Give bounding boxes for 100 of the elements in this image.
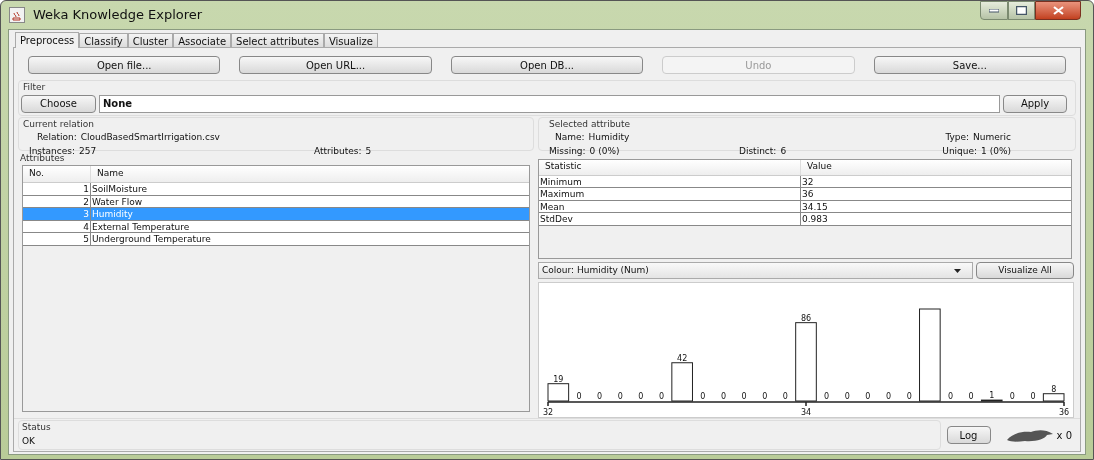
table-cell: StdDev	[539, 213, 801, 225]
section-label: Selected attribute	[548, 117, 632, 131]
attribute-row[interactable]: 1 SoilMoisture	[23, 183, 529, 196]
bar-value-label: 0	[658, 392, 665, 401]
attribute-name: External Temperature	[91, 220, 191, 232]
column-header[interactable]: No.	[23, 166, 91, 182]
column-header[interactable]: Statistic	[539, 159, 801, 175]
attribute-name: Humidity	[91, 208, 134, 220]
window-title: Weka Knowledge Explorer	[33, 6, 203, 25]
bar-value-label: 0	[617, 392, 623, 401]
filter-field[interactable]: None	[99, 94, 1000, 113]
visualize-all-button[interactable]: Visualize All	[976, 262, 1074, 279]
bar-value-label: 19	[553, 374, 564, 384]
table-cell-text: 36	[801, 188, 815, 200]
attributes-count-label: Attributes:	[314, 144, 362, 158]
minimize-icon	[989, 8, 999, 13]
missing-label: Missing:	[549, 144, 586, 158]
toolbar-button[interactable]: Open file...	[28, 56, 221, 74]
tab[interactable]: Select attributes	[231, 33, 324, 47]
name-value: Humidity	[588, 131, 630, 144]
bar-value-label: 0	[720, 392, 726, 401]
tab[interactable]: Cluster	[127, 33, 174, 47]
table-cell: Minimum	[539, 175, 801, 187]
bar-value-label: 0	[741, 392, 747, 401]
bar-value-label: 0	[844, 392, 850, 401]
bar-value-label: 0	[968, 392, 974, 401]
bar-value-label: 0	[906, 392, 912, 401]
tab[interactable]: Associate	[173, 33, 232, 47]
attribute-name: SoilMoisture	[91, 183, 148, 195]
bar-value-label: 0	[886, 392, 892, 401]
toolbar-button[interactable]: Save...	[873, 56, 1067, 74]
table-cell-text: 32	[801, 175, 815, 187]
bar-value-label: 0	[1009, 392, 1015, 401]
bar-value-label: 42	[677, 353, 688, 363]
bar-value-label: 0	[947, 392, 954, 401]
app-icon	[9, 7, 25, 23]
row-number: 5	[23, 233, 91, 245]
distinct-label: Distinct:	[739, 144, 777, 158]
missing-value: 0 (0%)	[589, 144, 620, 158]
histogram-bar	[547, 383, 570, 402]
tab[interactable]: Preprocess	[15, 32, 80, 48]
bar-value-label: 0	[700, 392, 706, 401]
dropdown-value: Colour: Humidity (Num)	[542, 263, 649, 277]
toolbar-button[interactable]: Open DB...	[450, 56, 644, 74]
table-cell: Maximum	[539, 188, 801, 200]
status-label: Status	[22, 421, 52, 434]
tab[interactable]: Classify	[79, 33, 128, 47]
bar-value-label: 0	[865, 392, 871, 401]
axis-tick-label: 34	[800, 408, 812, 417]
unique-value: 1 (0%)	[981, 144, 1011, 158]
type-label: Type:	[945, 131, 970, 144]
bar-value-label: 86	[800, 313, 812, 323]
instances-value: 257	[79, 144, 97, 158]
bar-value-label: 0	[782, 392, 788, 401]
apply-button[interactable]: Apply	[1003, 94, 1067, 113]
bar-value-label: 0	[762, 392, 768, 401]
type-value: Numeric	[973, 131, 1011, 144]
bar-value-label: 0	[824, 392, 830, 401]
bar-value-label: 0	[576, 392, 582, 401]
bar-value-label: 0	[638, 392, 644, 401]
colour-dropdown[interactable]: Colour: Humidity (Num)	[538, 262, 973, 279]
close-button[interactable]	[1035, 1, 1081, 20]
relation-label: Relation:	[37, 131, 77, 144]
distinct-value: 6	[780, 144, 787, 158]
row-number: 1	[23, 183, 91, 195]
column-header[interactable]: Name	[91, 166, 529, 182]
caret-icon	[954, 268, 961, 273]
tab[interactable]: Visualize	[323, 33, 378, 47]
table-cell: Mean	[539, 200, 801, 212]
log-button[interactable]: Log	[946, 426, 991, 444]
histogram-bar	[1042, 393, 1065, 402]
attributes-count-value: 5	[365, 144, 372, 158]
axis-tick-label: 36	[1058, 408, 1070, 417]
bar-value-label: 8	[1051, 384, 1057, 394]
relation-value: CloudBasedSmartIrrigation.csv	[80, 131, 220, 144]
filter-label: Filter	[22, 81, 47, 94]
toolbar-button[interactable]: Open URL...	[239, 56, 432, 74]
status-message: OK	[22, 434, 36, 448]
row-number: 4	[23, 220, 91, 232]
table-cell-text: 0.983	[801, 213, 829, 225]
close-icon	[1052, 6, 1064, 15]
maximize-button[interactable]	[1008, 1, 1035, 20]
task-count: x 0	[1056, 428, 1072, 443]
attribute-name: Underground Temperature	[91, 233, 212, 245]
bar-value-label: 1	[989, 391, 995, 401]
bar-value-label: 0	[1030, 392, 1036, 401]
attribute-row[interactable]: 5 Underground Temperature	[23, 233, 529, 246]
maximize-icon	[1016, 6, 1027, 15]
row-number: 2	[23, 195, 91, 207]
histogram-bar	[980, 399, 1003, 402]
table-cell-text: 34.15	[801, 200, 829, 212]
name-label: Name:	[555, 131, 585, 144]
row-number: 3	[23, 208, 91, 220]
column-header[interactable]: Value	[801, 159, 1071, 175]
bar-value-label: 0	[597, 392, 603, 401]
histogram-bar	[671, 362, 693, 402]
axis-tick-label: 32	[542, 408, 554, 417]
choose-button[interactable]: Choose	[21, 94, 96, 113]
unique-label: Unique:	[942, 144, 978, 158]
section-label: Current relation	[23, 117, 95, 131]
